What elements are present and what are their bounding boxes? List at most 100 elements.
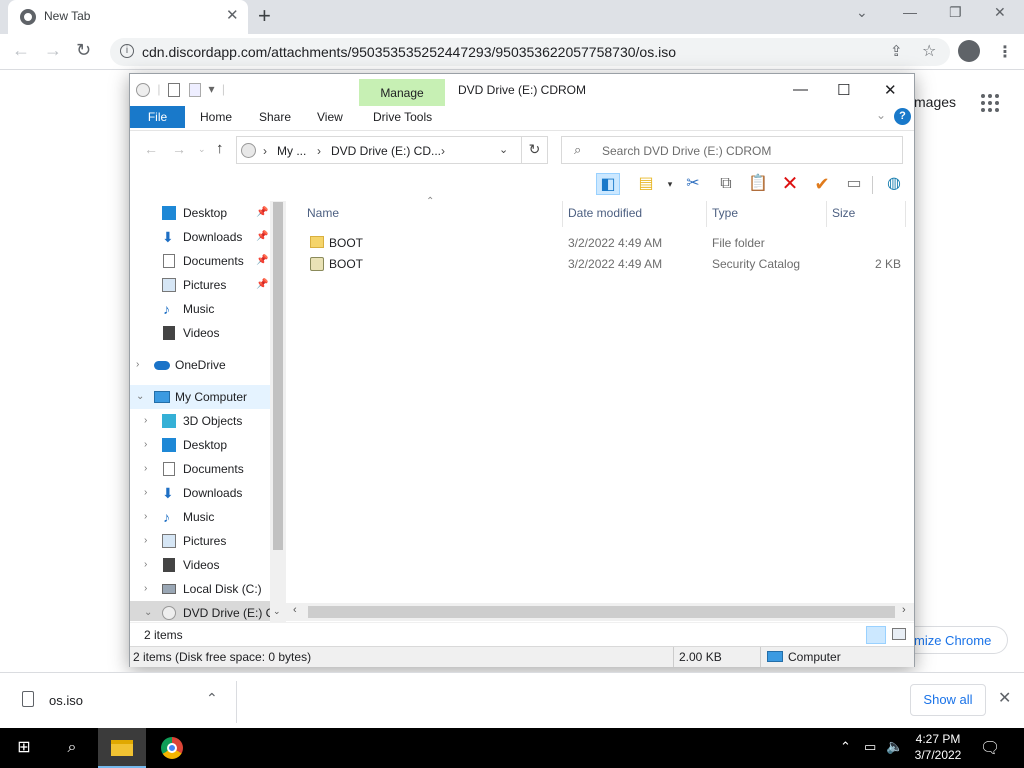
share-icon[interactable]: ⇪ bbox=[890, 42, 903, 60]
globe-icon[interactable]: ◍ bbox=[882, 173, 906, 195]
nav-quick-downloads[interactable]: ⬇ Downloads 📌 bbox=[130, 225, 270, 249]
tab-search-icon[interactable]: ⌄ bbox=[856, 4, 868, 21]
table-row[interactable]: BOOT 3/2/2022 4:49 AM File folder bbox=[286, 233, 906, 254]
nav-downloads[interactable]: › ⬇ Downloads bbox=[130, 481, 270, 505]
site-info-icon[interactable]: i bbox=[120, 44, 134, 58]
nav-3d-objects[interactable]: › 3D Objects bbox=[130, 409, 270, 433]
chevron-right-icon[interactable]: › bbox=[144, 481, 147, 505]
nav-desktop[interactable]: › Desktop bbox=[130, 433, 270, 457]
forward-button[interactable]: → bbox=[44, 40, 62, 61]
refresh-icon[interactable]: ↻ bbox=[521, 136, 547, 164]
explorer-back-button[interactable]: ← bbox=[144, 141, 158, 157]
chrome-menu-icon[interactable]: ⋮ bbox=[997, 42, 1013, 62]
nav-pictures[interactable]: › Pictures bbox=[130, 529, 270, 553]
address-bar[interactable]: i cdn.discordapp.com/attachments/9503535… bbox=[110, 38, 950, 66]
nav-dvd-drive-e[interactable]: ⌄ DVD Drive (E:) CI bbox=[130, 601, 278, 621]
reload-button[interactable]: ↻ bbox=[76, 40, 91, 61]
nav-pane-scroll-thumb[interactable] bbox=[273, 202, 283, 550]
chevron-right-icon[interactable]: › bbox=[144, 553, 147, 577]
close-shelf-icon[interactable]: ✕ bbox=[998, 688, 1011, 708]
chevron-right-icon[interactable]: › bbox=[136, 353, 139, 377]
nav-quick-videos[interactable]: Videos bbox=[130, 321, 270, 345]
view-icon[interactable]: ▤ bbox=[634, 173, 658, 195]
images-link[interactable]: mages bbox=[914, 94, 956, 110]
tab-view[interactable]: View bbox=[317, 110, 343, 124]
chevron-down-icon[interactable]: ⌄ bbox=[136, 385, 144, 409]
search-icon[interactable]: ⌕ bbox=[48, 728, 96, 768]
explorer-maximize-button[interactable]: ☐ bbox=[837, 81, 850, 99]
address-dropdown-icon[interactable]: ⌄ bbox=[499, 143, 508, 156]
new-folder-icon[interactable] bbox=[189, 82, 202, 97]
cut-icon[interactable]: ✂ bbox=[681, 173, 705, 195]
bookmark-star-icon[interactable]: ☆ bbox=[922, 41, 936, 61]
checkmark-icon[interactable]: ✔ bbox=[810, 173, 834, 195]
explorer-close-button[interactable]: ✕ bbox=[884, 81, 897, 99]
properties-icon[interactable] bbox=[167, 82, 180, 97]
windows-start-icon[interactable]: ⊞ bbox=[0, 728, 48, 768]
chevron-right-icon[interactable]: › bbox=[144, 433, 147, 457]
tab-home[interactable]: Home bbox=[200, 110, 232, 124]
new-tab-button[interactable]: + bbox=[258, 3, 271, 29]
download-item[interactable]: os.iso ⌃ bbox=[16, 687, 236, 715]
chevron-right-icon[interactable]: › bbox=[144, 529, 147, 553]
browser-close-button[interactable]: ✕ bbox=[994, 4, 1006, 21]
url-text[interactable]: cdn.discordapp.com/attachments/950353535… bbox=[142, 44, 676, 60]
tab-drive-tools[interactable]: Drive Tools bbox=[373, 110, 432, 124]
nav-quick-music[interactable]: ♪ Music bbox=[130, 297, 270, 321]
navigation-pane-icon[interactable]: ◧ bbox=[596, 173, 620, 195]
tab-close-icon[interactable]: ✕ bbox=[226, 6, 239, 24]
network-icon[interactable]: ▭ bbox=[864, 739, 876, 755]
file-explorer-taskbar-icon[interactable] bbox=[98, 728, 146, 768]
expand-ribbon-icon[interactable]: ⌄ bbox=[876, 108, 886, 122]
nav-quick-desktop[interactable]: Desktop 📌 bbox=[130, 201, 270, 225]
breadcrumb-my-computer[interactable]: My ... bbox=[277, 144, 306, 158]
chevron-right-icon[interactable]: › bbox=[144, 505, 147, 529]
google-apps-icon[interactable] bbox=[981, 94, 999, 112]
scroll-right-arrow-icon[interactable]: › bbox=[902, 604, 906, 616]
breadcrumb-dvd-drive[interactable]: DVD Drive (E:) CD... bbox=[331, 144, 441, 158]
explorer-minimize-button[interactable]: — bbox=[793, 81, 808, 98]
explorer-forward-button[interactable]: → bbox=[172, 141, 186, 157]
clock[interactable]: 4:27 PM 3/7/2022 bbox=[908, 731, 968, 763]
copy-icon[interactable]: ⧉ bbox=[714, 173, 738, 195]
rename-icon[interactable]: ▭ bbox=[842, 173, 866, 195]
pin-icon[interactable]: 📌 bbox=[256, 225, 268, 249]
column-type[interactable]: Type bbox=[712, 206, 738, 220]
back-button[interactable]: ← bbox=[12, 40, 30, 61]
notification-icon[interactable]: 🗨 bbox=[980, 738, 1000, 758]
scroll-down-arrow-icon[interactable]: ⌄ bbox=[273, 606, 281, 617]
nav-music[interactable]: › ♪ Music bbox=[130, 505, 270, 529]
browser-restore-button[interactable]: ❐ bbox=[949, 4, 962, 21]
pin-icon[interactable]: 📌 bbox=[256, 249, 268, 273]
customize-chrome-button[interactable]: mize Chrome bbox=[900, 626, 1008, 654]
help-icon[interactable]: ? bbox=[894, 108, 911, 125]
customize-qat-icon[interactable]: ▾ bbox=[209, 82, 215, 96]
chevron-down-icon[interactable]: ⌄ bbox=[144, 601, 152, 621]
column-date-modified[interactable]: Date modified bbox=[568, 206, 642, 220]
chevron-up-icon[interactable]: ⌃ bbox=[206, 690, 218, 707]
show-all-button[interactable]: Show all bbox=[910, 684, 986, 716]
manage-context-tab[interactable]: Manage bbox=[359, 79, 445, 107]
nav-local-disk-c[interactable]: › Local Disk (C:) bbox=[130, 577, 270, 601]
nav-my-computer[interactable]: ⌄ My Computer bbox=[130, 385, 270, 409]
chevron-right-icon[interactable]: › bbox=[144, 457, 147, 481]
recent-locations-icon[interactable]: ⌄ bbox=[198, 144, 206, 155]
column-name[interactable]: Name bbox=[307, 206, 339, 220]
pin-icon[interactable]: 📌 bbox=[256, 201, 268, 225]
table-row[interactable]: BOOT 3/2/2022 4:49 AM Security Catalog 2… bbox=[286, 254, 906, 275]
nav-quick-pictures[interactable]: Pictures 📌 bbox=[130, 273, 270, 297]
up-folder-button[interactable]: ↑ bbox=[216, 140, 224, 157]
details-view-icon[interactable] bbox=[866, 626, 886, 644]
profile-avatar[interactable] bbox=[958, 40, 980, 62]
quick-access-toolbar[interactable]: | ▾ | bbox=[136, 82, 225, 97]
pin-icon[interactable]: 📌 bbox=[256, 273, 268, 297]
chevron-right-icon[interactable]: › bbox=[144, 409, 147, 433]
chevron-right-icon[interactable]: › bbox=[144, 577, 147, 601]
chrome-taskbar-icon[interactable] bbox=[148, 728, 196, 768]
volume-icon[interactable]: 🔈 bbox=[886, 738, 903, 755]
file-list-hscroll-thumb[interactable] bbox=[308, 606, 895, 618]
nav-onedrive[interactable]: › OneDrive bbox=[130, 353, 270, 377]
scroll-left-arrow-icon[interactable]: ‹ bbox=[293, 604, 297, 616]
column-size[interactable]: Size bbox=[832, 206, 855, 220]
browser-minimize-button[interactable]: — bbox=[903, 4, 917, 20]
